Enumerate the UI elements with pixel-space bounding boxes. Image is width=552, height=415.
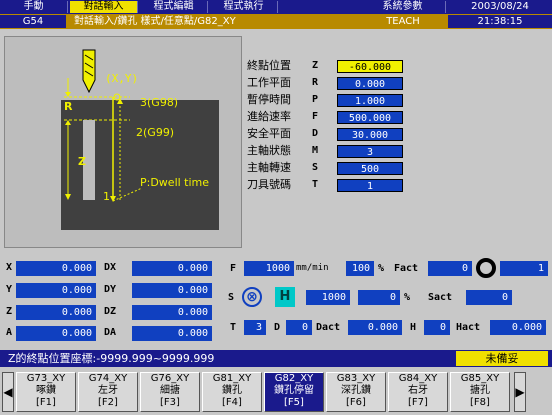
spindle-pct-sign: %	[404, 292, 411, 303]
softkey-key: [F1]	[36, 397, 56, 408]
softkey-next-arrow[interactable]: ▶	[514, 372, 526, 412]
fact-value: 0	[428, 261, 472, 276]
softkey-name: 鑽孔	[222, 385, 242, 396]
softkey-key: [F6]	[346, 397, 366, 408]
softkey-f7[interactable]: G84_XY 右牙 [F7]	[388, 372, 448, 412]
g98-label: 3(G98)	[140, 96, 179, 109]
spindle-stop-icon[interactable]: ⊗	[242, 287, 262, 307]
tool-label: T	[230, 322, 237, 333]
softkey-code: G83_XY	[336, 373, 376, 384]
z-label: Z	[78, 155, 86, 168]
softkey-code: G73_XY	[26, 373, 66, 384]
tool-value: 3	[244, 320, 266, 335]
softkey-code: G82_XY	[274, 373, 314, 384]
param-input-p[interactable]: 1.000	[337, 94, 403, 107]
softkey-name: 深孔鑽	[341, 385, 371, 396]
softkey-code: G85_XY	[460, 373, 500, 384]
ready-status: 未備妥	[456, 351, 548, 366]
softkey-f1[interactable]: G73_XY 啄鑽 [F1]	[16, 372, 76, 412]
softkey-f2[interactable]: G74_XY 左牙 [F2]	[78, 372, 138, 412]
hint-message: Z的終點位置座標:-9999.999~9999.999	[8, 352, 215, 365]
softkey-code: G76_XY	[150, 373, 190, 384]
param-letter-m: M	[312, 145, 319, 156]
softkey-name: 細搪	[160, 385, 180, 396]
d-label: D	[274, 322, 281, 333]
hact-label: Hact	[456, 322, 481, 333]
param-letter-t: T	[312, 179, 319, 190]
feed-label: F	[230, 263, 237, 274]
param-letter-r: R	[312, 77, 319, 88]
param-input-s[interactable]: 500	[337, 162, 403, 175]
softkey-f5[interactable]: G82_XY 鑽孔停留 [F5]	[264, 372, 324, 412]
softkey-key: [F8]	[470, 397, 490, 408]
axis-label-dy: DY	[104, 284, 117, 295]
softkey-key: [F2]	[98, 397, 118, 408]
r-label: R	[64, 100, 73, 113]
spindle-speed: 1000	[306, 290, 350, 305]
axis-value-y: 0.000	[16, 283, 96, 298]
param-input-z[interactable]: -60.000	[337, 60, 403, 73]
param-input-m[interactable]: 3	[337, 145, 403, 158]
axis-value-dz: 0.000	[132, 305, 212, 320]
axis-value-da: 0.000	[132, 326, 212, 341]
d-value: 0	[286, 320, 312, 335]
softkey-name: 左牙	[98, 385, 118, 396]
softkey-code: G81_XY	[212, 373, 252, 384]
axis-label-dz: DZ	[104, 306, 117, 317]
param-input-t[interactable]: 1	[337, 179, 403, 192]
param-input-r[interactable]: 0.000	[337, 77, 403, 90]
xy-label: (X,Y)	[105, 72, 139, 85]
hact-value: 0.000	[490, 320, 546, 335]
feed-pct-sign: %	[378, 263, 385, 274]
softkey-name: 鑽孔停留	[274, 385, 314, 396]
softkey-code: G74_XY	[88, 373, 128, 384]
h-offset-value: 0	[424, 320, 450, 335]
feed-value: 1000	[244, 261, 294, 276]
axis-value-a: 0.000	[16, 326, 96, 341]
axis-value-x: 0.000	[16, 261, 96, 276]
dwell-label: P:Dwell time	[140, 176, 210, 189]
param-input-f[interactable]: 500.000	[337, 111, 403, 124]
point-1-label: 1	[103, 190, 110, 203]
softkey-key: [F5]	[284, 397, 304, 408]
sact-value: 0	[466, 290, 512, 305]
sact-label: Sact	[428, 292, 453, 303]
softkey-name: 啄鑽	[36, 385, 56, 396]
h-indicator: H	[275, 287, 295, 307]
param-input-d[interactable]: 30.000	[337, 128, 403, 141]
spindle-override: 0	[358, 290, 400, 305]
param-letter-p: P	[312, 94, 319, 105]
axis-label-dx: DX	[104, 262, 117, 273]
param-letter-f: F	[312, 111, 319, 122]
axis-label-da: DA	[104, 327, 117, 338]
fact-label: Fact	[394, 263, 419, 274]
softkey-f6[interactable]: G83_XY 深孔鑽 [F6]	[326, 372, 386, 412]
dact-label: Dact	[316, 322, 341, 333]
g99-label: 2(G99)	[136, 126, 175, 139]
softkey-key: [F4]	[222, 397, 242, 408]
h-offset-label: H	[410, 322, 417, 333]
feed-unit: mm/min	[296, 263, 329, 273]
axis-value-dy: 0.000	[132, 283, 212, 298]
axis-value-z: 0.000	[16, 305, 96, 320]
tool-icon	[82, 49, 96, 94]
softkey-key: [F7]	[408, 397, 428, 408]
param-letter-d: D	[312, 128, 319, 139]
softkey-code: G84_XY	[398, 373, 438, 384]
param-letter-s: S	[312, 162, 319, 173]
spindle-label: S	[228, 292, 235, 303]
cycle-state-icon	[476, 258, 496, 278]
circle-value: 1	[500, 261, 548, 276]
softkey-name: 搪孔	[470, 385, 490, 396]
dact-value: 0.000	[348, 320, 402, 335]
softkey-key: [F3]	[160, 397, 180, 408]
softkey-f4[interactable]: G81_XY 鑽孔 [F4]	[202, 372, 262, 412]
softkey-f3[interactable]: G76_XY 細搪 [F3]	[140, 372, 200, 412]
softkey-name: 右牙	[408, 385, 428, 396]
softkey-f8[interactable]: G85_XY 搪孔 [F8]	[450, 372, 510, 412]
axis-value-dx: 0.000	[132, 261, 212, 276]
feed-override: 100	[346, 261, 374, 276]
param-letter-z: Z	[312, 60, 319, 71]
softkey-prev-arrow[interactable]: ◀	[2, 372, 14, 412]
